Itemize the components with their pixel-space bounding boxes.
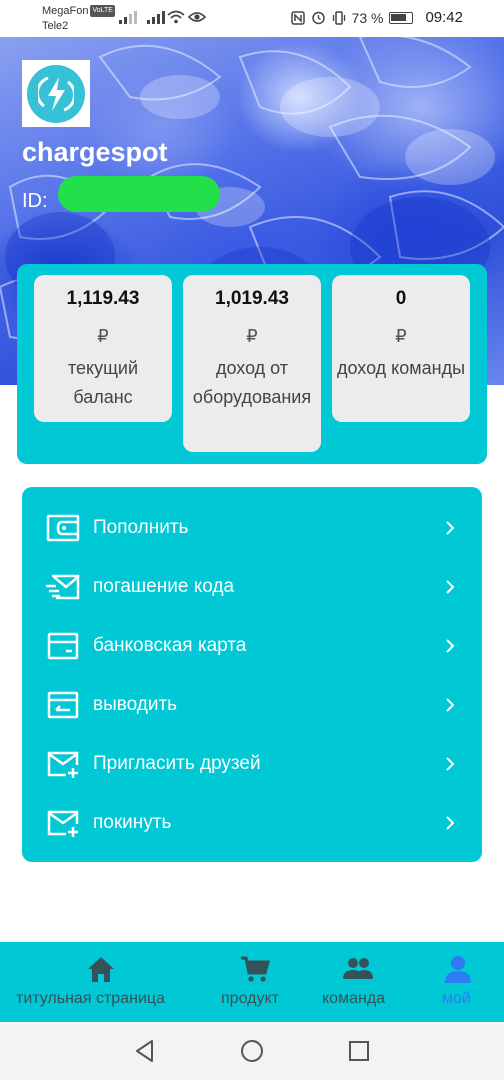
signal-2-icon xyxy=(147,10,165,24)
tab-team[interactable]: команда xyxy=(315,942,405,1022)
wifi-icon xyxy=(167,10,185,24)
stat-card-current-balance: 1,119.43 ₽ текущий баланс xyxy=(34,275,172,422)
alarm-icon xyxy=(311,11,325,25)
chevron-right-icon xyxy=(446,638,455,653)
status-bar: MegaFon VoLTE Tele2 73 % 09:42 xyxy=(0,0,504,37)
vibrate-icon xyxy=(332,10,345,25)
chevron-right-icon xyxy=(446,756,455,771)
nfc-icon xyxy=(290,10,305,25)
wallet-icon xyxy=(46,514,80,541)
logo-circle xyxy=(27,64,85,123)
balance-panel: 1,119.43 ₽ текущий баланс 1,019.43 ₽ дох… xyxy=(17,264,487,464)
lightning-icon xyxy=(38,76,74,111)
tab-profile[interactable]: мой xyxy=(420,942,496,1022)
home-icon xyxy=(88,957,114,982)
app-logo xyxy=(22,60,90,127)
tab-label: титульная страница xyxy=(16,990,165,1007)
stat-label: доход от оборудования xyxy=(192,358,312,407)
battery-icon xyxy=(389,11,414,24)
tab-home[interactable]: титульная страница xyxy=(0,942,202,1022)
system-navigation-bar xyxy=(0,1022,504,1080)
envelope-fast-icon xyxy=(46,574,80,599)
chevron-right-icon xyxy=(446,520,455,535)
carrier-1-label: MegaFon xyxy=(42,5,89,17)
stat-currency: ₽ xyxy=(246,326,258,346)
carrier-name-2: Tele2 xyxy=(42,20,69,32)
tab-label: команда xyxy=(322,990,386,1007)
menu-item-label: Пополнить xyxy=(93,516,189,538)
stat-card-team-income: 0 ₽ доход команды xyxy=(332,275,470,422)
status-icons: 73 % 09:42 xyxy=(290,9,463,26)
bottom-tab-bar: титульная страница продукт команда мой xyxy=(0,942,504,1022)
team-icon xyxy=(343,958,373,979)
cart-icon xyxy=(241,956,270,982)
volte-badge: VoLTE xyxy=(90,5,115,17)
back-icon[interactable] xyxy=(132,1038,158,1064)
chevron-right-icon xyxy=(446,815,455,830)
menu-item-invite-friends[interactable]: Пригласить друзей xyxy=(22,734,482,793)
menu-item-code-redemption[interactable]: погашение кода xyxy=(22,557,482,616)
menu-item-logout[interactable]: покинуть xyxy=(22,793,482,852)
chevron-right-icon xyxy=(446,579,455,594)
user-id-label: ID: xyxy=(22,190,48,212)
clock: 09:42 xyxy=(425,9,463,26)
envelope-plus-icon xyxy=(47,810,79,837)
stat-label: доход команды xyxy=(336,358,466,378)
menu-item-label: покинуть xyxy=(93,811,172,833)
envelope-plus-icon xyxy=(47,751,79,778)
carrier-name-1: MegaFon VoLTE xyxy=(42,5,115,17)
eye-icon xyxy=(188,12,206,22)
menu-item-label: погашение кода xyxy=(93,575,235,597)
stat-value: 1,119.43 xyxy=(66,288,140,309)
menu-item-top-up[interactable]: Пополнить xyxy=(22,498,482,557)
menu-item-label: Пригласить друзей xyxy=(93,752,261,774)
card-icon xyxy=(47,632,79,659)
menu-item-label: банковская карта xyxy=(93,634,247,656)
tab-label: мой xyxy=(442,990,471,1007)
stat-card-equipment-income: 1,019.43 ₽ доход от оборудования xyxy=(183,275,321,452)
brand-name: chargespot xyxy=(22,137,168,167)
stat-currency: ₽ xyxy=(97,326,109,346)
account-menu: Пополнить погашение кода банковская карт… xyxy=(22,487,482,862)
menu-item-bank-card[interactable]: банковская карта xyxy=(22,616,482,675)
menu-item-withdraw[interactable]: выводить xyxy=(22,675,482,734)
tab-label: продукт xyxy=(221,990,279,1007)
tab-product[interactable]: продукт xyxy=(210,942,310,1022)
user-id-redaction xyxy=(58,176,220,212)
stat-label: текущий баланс xyxy=(67,358,139,407)
stat-value: 0 xyxy=(395,288,407,309)
withdraw-icon xyxy=(47,691,79,718)
signal-1-icon xyxy=(119,10,137,24)
stat-currency: ₽ xyxy=(395,326,407,346)
battery-percent: 73 % xyxy=(351,9,384,26)
menu-item-label: выводить xyxy=(93,693,178,715)
home-circle-icon[interactable] xyxy=(239,1038,265,1064)
user-icon xyxy=(445,956,471,983)
stat-value: 1,019.43 xyxy=(215,288,289,309)
chevron-right-icon xyxy=(446,697,455,712)
recents-icon[interactable] xyxy=(346,1038,372,1064)
